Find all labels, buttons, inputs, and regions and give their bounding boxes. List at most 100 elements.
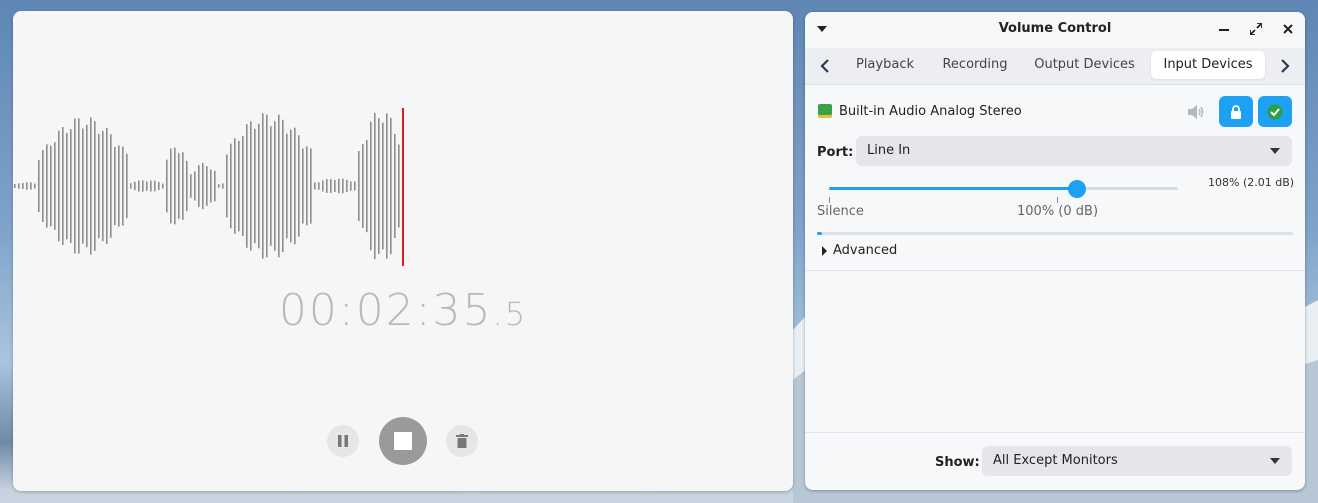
tab-input-devices[interactable]: Input Devices [1151,51,1265,79]
waveform-bar [138,180,140,192]
scale-label-silence: Silence [817,204,864,219]
waveform-bar [194,171,196,201]
waveform-bar [354,181,356,191]
close-icon [1283,24,1293,34]
volume-slider[interactable] [829,187,1178,190]
check-icon [1267,104,1283,119]
waveform-bar [374,112,376,260]
waveform-bar [106,127,108,245]
timer-fraction: .5 [492,295,528,333]
scale-tick-100 [1057,197,1058,203]
set-default-button[interactable] [1258,96,1292,127]
close-button[interactable] [1279,20,1297,38]
waveform-bar [250,121,252,251]
device-name: Built-in Audio Analog Stereo [839,104,1022,119]
waveform-bar [66,132,68,240]
port-dropdown[interactable]: Line In [856,136,1292,166]
trash-icon [456,434,468,448]
waveform-bar [234,138,236,234]
tabs-scroll-right[interactable] [1275,56,1295,76]
waveform-bar [62,126,64,246]
waveform-bar [230,143,232,229]
waveform-bar [110,134,112,238]
waveform-bar [122,146,124,226]
waveform-bar [258,123,260,249]
waveform-bar [34,183,36,189]
waveform-bar [314,182,316,190]
waveform-bar [378,118,380,254]
volume-slider-handle[interactable] [1067,180,1086,198]
waveform-bar [302,148,304,224]
tab-output-devices[interactable]: Output Devices [1027,51,1142,79]
waveform-bar [154,180,156,192]
waveform-bar [102,130,104,242]
waveform-bar [338,178,340,194]
scale-label-100: 100% (0 dB) [1017,204,1099,219]
waveform-bar [390,117,392,255]
waveform-bar [226,154,228,218]
waveform-bar [202,162,204,210]
volume-percent: 108% (2.01 dB) [1208,176,1295,189]
lock-channels-button[interactable] [1219,96,1253,127]
footer-divider [805,432,1305,433]
dropdown-arrow-icon [1270,148,1280,154]
waveform-bar [114,146,116,226]
waveform-bar [142,180,144,192]
content-divider [805,270,1305,271]
show-filter-dropdown[interactable]: All Except Monitors [982,446,1292,476]
waveform-bar [394,133,396,239]
tabs-scroll-left[interactable] [815,56,835,76]
waveform-bar [22,183,24,189]
input-level-fill [817,232,822,235]
waveform-bar [198,165,200,207]
waveform-bar [222,183,224,189]
waveform-bar [14,183,16,189]
speaker-icon[interactable] [1187,104,1205,120]
waveform-bar [206,166,208,206]
show-label: Show: [935,455,980,470]
waveform [14,108,404,266]
waveform-bar [130,183,132,189]
waveform-bar [342,178,344,194]
chevron-left-icon [820,59,829,73]
waveform-bar [82,128,84,244]
volume-control-window: Volume Control Playback Recording Output… [805,12,1305,490]
waveform-bar [346,179,348,193]
waveform-bar [98,133,100,239]
chevron-right-icon [1281,59,1290,73]
tab-playback[interactable]: Playback [848,51,922,79]
waveform-bar [118,145,120,227]
maximize-icon [1250,23,1262,35]
dropdown-arrow-icon [1270,458,1280,464]
waveform-bar [182,152,184,220]
waveform-bar [78,118,80,254]
advanced-expander[interactable]: Advanced [822,243,897,258]
waveform-bar [266,114,268,258]
waveform-bar [158,182,160,190]
stop-button[interactable] [379,417,427,465]
waveform-bar [242,136,244,236]
waveform-bar [398,144,400,228]
minimize-button[interactable] [1215,20,1233,38]
waveform-bar [246,124,248,248]
port-label: Port: [817,145,854,160]
waveform-bar [386,113,388,259]
waveform-bar [150,180,152,192]
waveform-bar [306,146,308,226]
maximize-button[interactable] [1247,20,1265,38]
pause-button[interactable] [327,425,359,457]
expander-arrow-icon [822,245,827,256]
tab-recording[interactable]: Recording [934,51,1016,79]
waveform-bar [322,180,324,192]
lock-icon [1231,104,1241,119]
waveform-bar [174,147,176,225]
timer-main: 00:02:35 [278,285,493,336]
delete-button[interactable] [446,425,478,457]
waveform-bar [210,169,212,203]
waveform-bar [262,113,264,259]
waveform-bar [54,142,56,230]
waveform-bar [286,133,288,239]
waveform-bar [270,126,272,246]
stop-icon [394,432,412,450]
waveform-bar [362,144,364,228]
